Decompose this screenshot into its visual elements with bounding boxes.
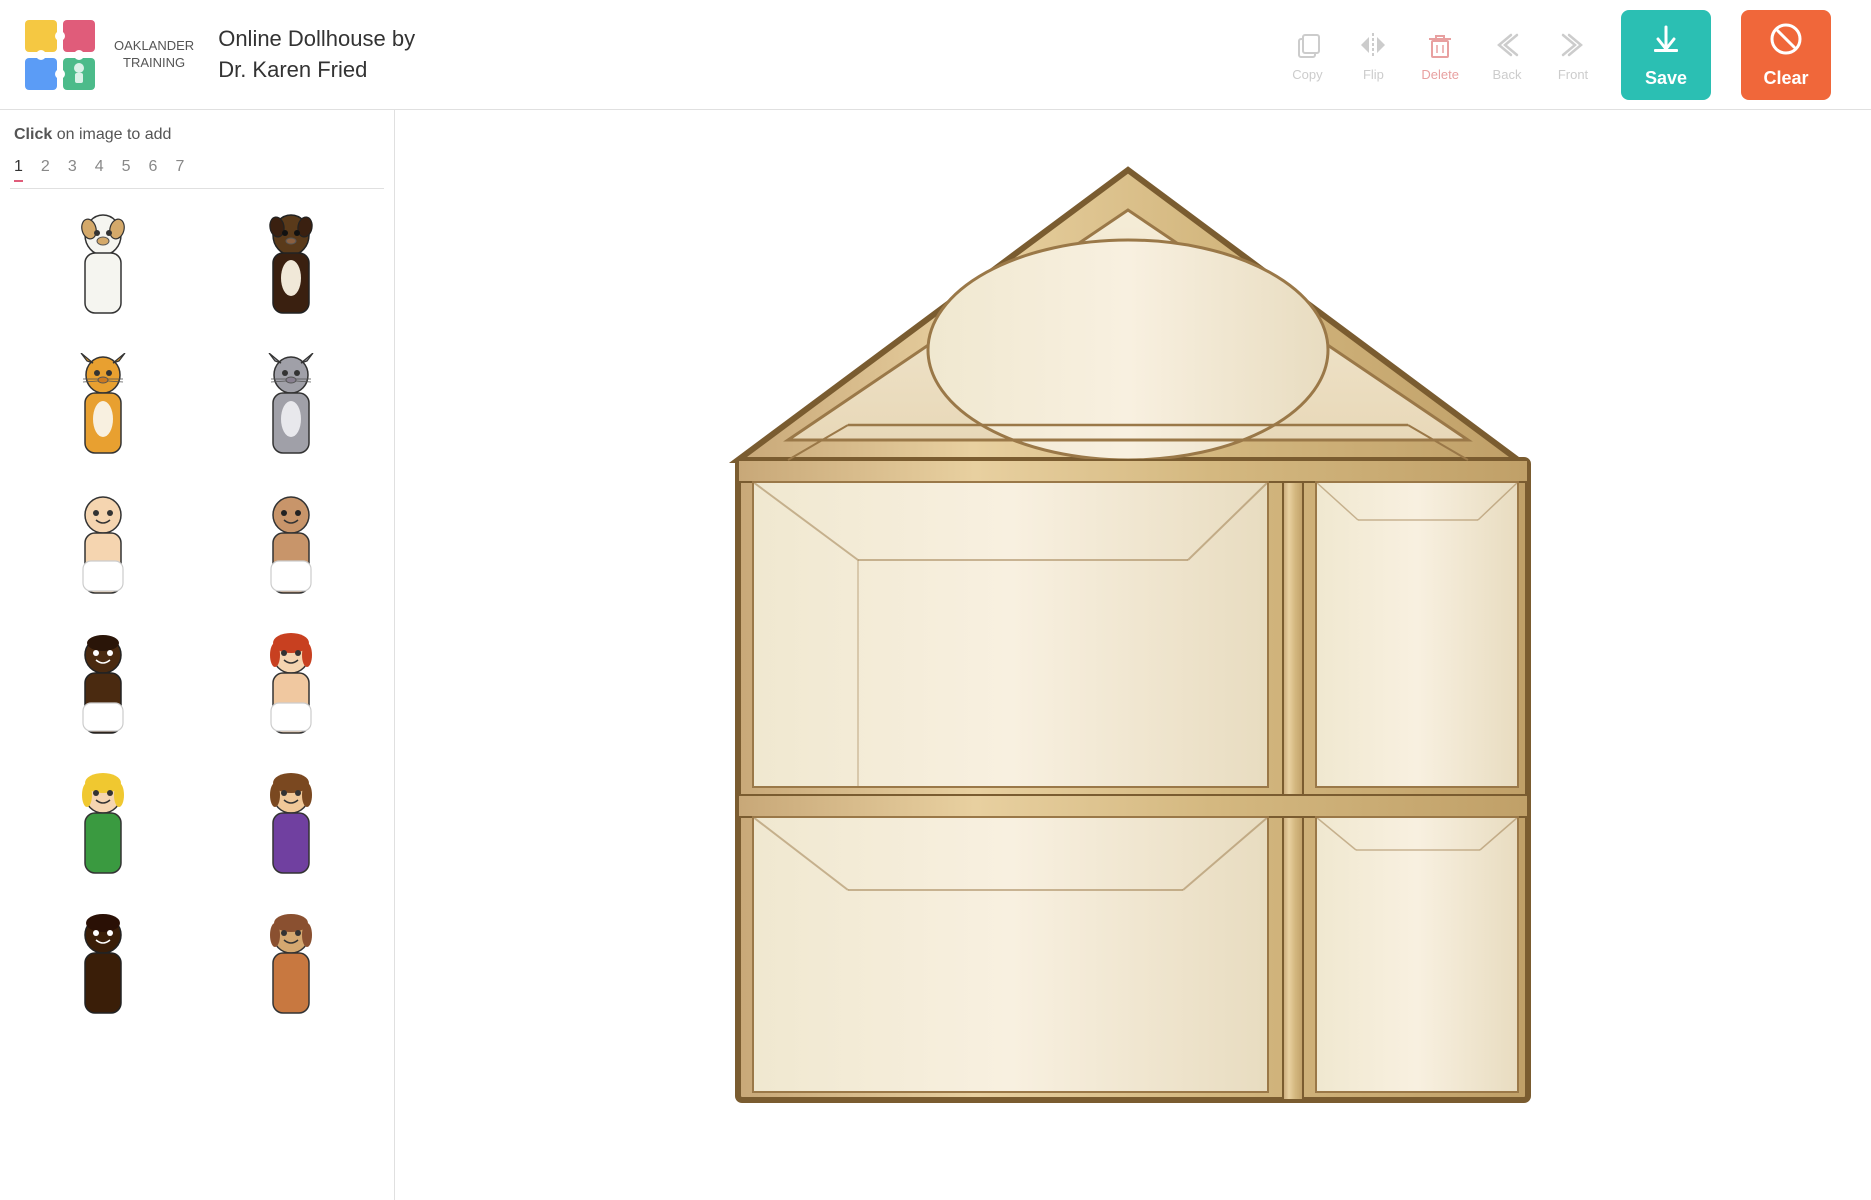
list-item[interactable] — [14, 903, 192, 1033]
copy-button[interactable]: Copy — [1289, 27, 1325, 82]
list-item[interactable] — [202, 763, 380, 893]
logo-text: OAKLANDER TRAINING — [114, 38, 194, 72]
list-item[interactable] — [14, 623, 192, 753]
logo-image — [20, 15, 100, 95]
main-layout: Click on image to add 1 2 3 4 5 6 7 — [0, 110, 1871, 1200]
tab-5[interactable]: 5 — [122, 158, 131, 182]
flip-button[interactable]: Flip — [1355, 27, 1391, 82]
save-label: Save — [1645, 68, 1687, 89]
list-item[interactable] — [14, 343, 192, 473]
tab-4[interactable]: 4 — [95, 158, 104, 182]
copy-icon — [1289, 27, 1325, 63]
list-item[interactable] — [202, 623, 380, 753]
tab-3[interactable]: 3 — [68, 158, 77, 182]
canvas-area[interactable] — [395, 110, 1871, 1200]
toolbar: Copy Flip Delete — [1289, 10, 1831, 100]
list-item[interactable] — [14, 483, 192, 613]
list-item[interactable] — [202, 483, 380, 613]
clear-button[interactable]: Clear — [1741, 10, 1831, 100]
sidebar: Click on image to add 1 2 3 4 5 6 7 — [0, 110, 395, 1200]
figures-grid-wrapper[interactable] — [10, 197, 384, 1184]
list-item[interactable] — [202, 903, 380, 1033]
clear-label: Clear — [1763, 68, 1808, 89]
tab-2[interactable]: 2 — [41, 158, 50, 182]
front-icon — [1555, 27, 1591, 63]
save-button[interactable]: Save — [1621, 10, 1711, 100]
click-instruction: Click on image to add — [10, 126, 384, 144]
tab-1[interactable]: 1 — [14, 158, 23, 182]
list-item[interactable] — [202, 203, 380, 333]
list-item[interactable] — [202, 343, 380, 473]
delete-button[interactable]: Delete — [1421, 27, 1459, 82]
flip-icon — [1355, 27, 1391, 63]
header: OAKLANDER TRAINING Online Dollhouse by D… — [0, 0, 1871, 110]
list-item[interactable] — [14, 203, 192, 333]
tab-6[interactable]: 6 — [149, 158, 158, 182]
app-title: Online Dollhouse by Dr. Karen Fried — [218, 24, 415, 86]
save-icon — [1648, 21, 1684, 62]
front-button[interactable]: Front — [1555, 27, 1591, 82]
tabs-row: 1 2 3 4 5 6 7 — [10, 158, 384, 182]
delete-icon — [1422, 27, 1458, 63]
logo-area: OAKLANDER TRAINING Online Dollhouse by D… — [20, 15, 415, 95]
back-icon — [1489, 27, 1525, 63]
tab-7[interactable]: 7 — [175, 158, 184, 182]
back-button[interactable]: Back — [1489, 27, 1525, 82]
list-item[interactable] — [14, 763, 192, 893]
figures-grid — [10, 197, 384, 1039]
clear-icon — [1768, 21, 1804, 62]
dollhouse-svg — [708, 130, 1558, 1130]
